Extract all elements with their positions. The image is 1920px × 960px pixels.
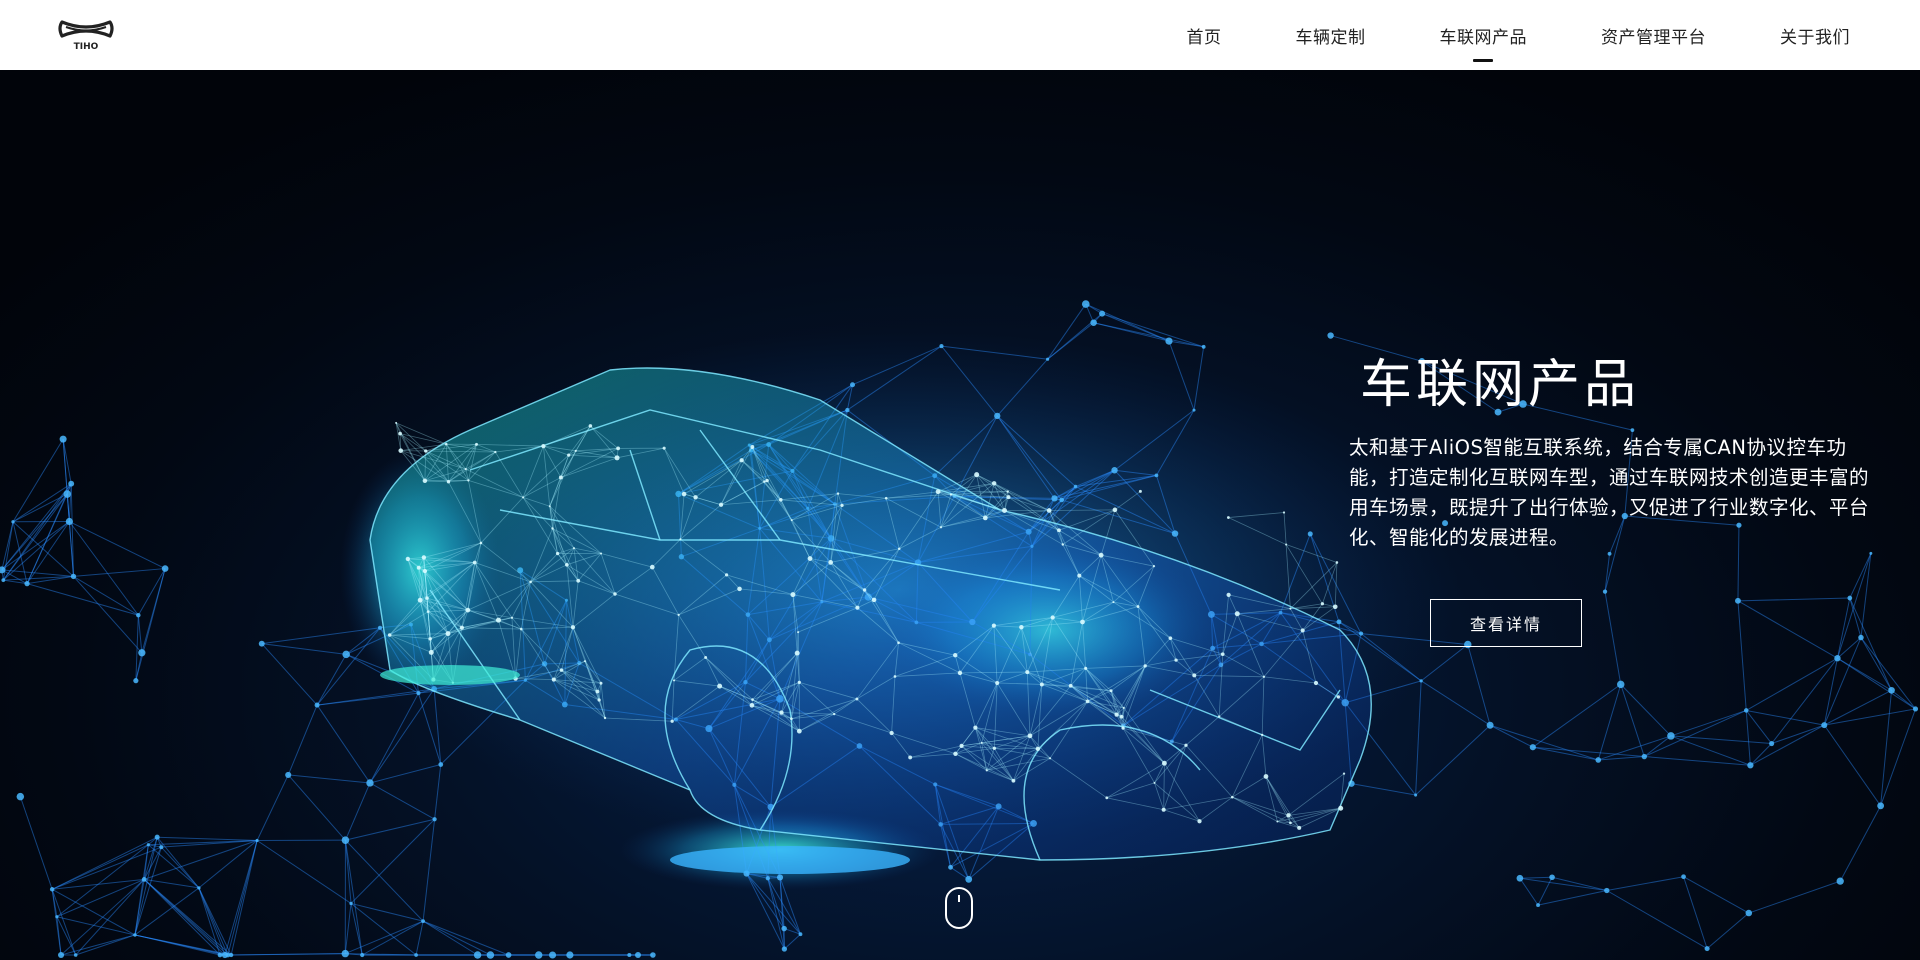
view-details-button[interactable]: 查看详情	[1430, 599, 1582, 647]
hero-title: 车联网产品	[1360, 355, 1641, 415]
tiho-logo[interactable]: TIHO	[56, 18, 116, 52]
hero-banner: 车联网产品 太和基于AliOS智能互联系统，结合专属CAN协议控车功能，打造定制…	[0, 70, 1920, 960]
nav-item-iov-products[interactable]: 车联网产品	[1440, 17, 1528, 62]
nav-item-vehicle-customization[interactable]: 车辆定制	[1296, 17, 1366, 54]
hero-description: 太和基于AliOS智能互联系统，结合专属CAN协议控车功能，打造定制化互联网车型…	[1349, 436, 1870, 549]
svg-text:TIHO: TIHO	[74, 42, 99, 52]
site-header: TIHO 首页 车辆定制 车联网产品 资产管理平台 关于我们	[0, 0, 1920, 70]
nav-item-about-us[interactable]: 关于我们	[1780, 17, 1850, 54]
nav-item-asset-management[interactable]: 资产管理平台	[1601, 17, 1706, 54]
main-nav: 首页 车辆定制 车联网产品 资产管理平台 关于我们	[1113, 0, 1851, 70]
nav-item-home[interactable]: 首页	[1187, 17, 1222, 54]
mouse-scroll-icon[interactable]	[944, 886, 974, 930]
